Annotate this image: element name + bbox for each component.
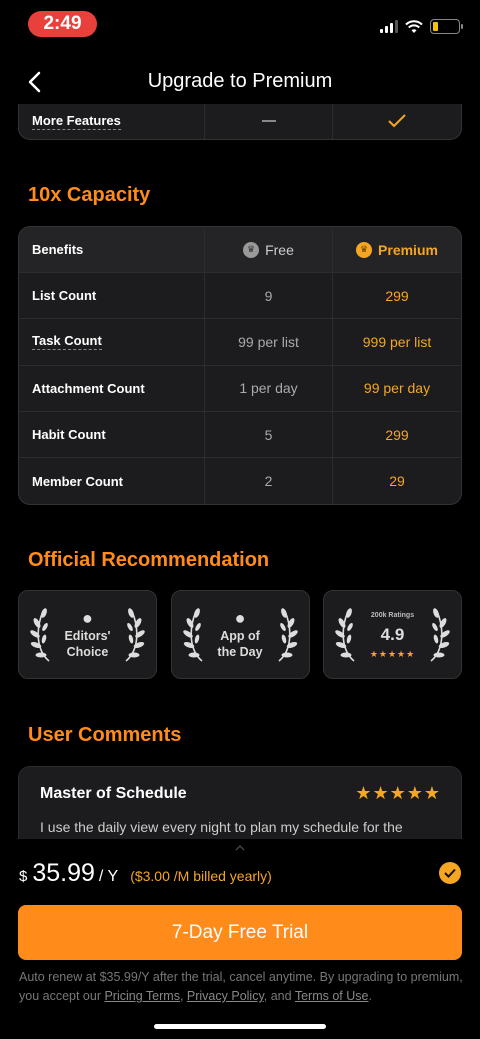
home-indicator[interactable] — [154, 1024, 326, 1029]
row-premium-value: 299 — [385, 287, 409, 304]
row-premium-value: 99 per day — [363, 380, 431, 397]
feature-row-more-features: More Features — [18, 104, 462, 140]
premium-check-cell — [333, 104, 461, 139]
status-bar: 2:49 — [0, 0, 480, 48]
comment-title: Master of Schedule — [40, 785, 187, 802]
apple-icon: ● — [82, 607, 93, 628]
status-time: 2:49 — [28, 11, 97, 37]
page-title: Upgrade to Premium — [147, 70, 333, 92]
badge-text: ● Editors' Choice — [64, 607, 111, 660]
row-label: List Count — [19, 273, 205, 319]
row-free-value: 9 — [205, 273, 333, 319]
legal-text: Auto renew at $35.99/Y after the trial, … — [19, 968, 463, 1006]
row-premium-value: 999 per list — [362, 333, 432, 350]
checkmark-icon — [444, 868, 456, 878]
checkmark-icon — [388, 114, 406, 128]
feature-label-cell: More Features — [19, 104, 205, 139]
row-label: Member Count — [19, 458, 205, 505]
badge-editors-choice: ● Editors' Choice — [18, 590, 157, 679]
plan-selected-check-icon[interactable] — [439, 862, 461, 884]
section-title-recommendation: Official Recommendation — [28, 549, 270, 571]
badge-app-of-the-day: ● App of the Day — [170, 590, 310, 679]
pricing-terms-link[interactable]: Pricing Terms — [104, 989, 179, 1003]
comment-stars: ★★★★★ — [355, 783, 441, 803]
chevron-up-icon[interactable] — [231, 843, 249, 853]
row-premium-value: 29 — [389, 473, 405, 490]
ratings-count: 200k Ratings — [370, 611, 415, 619]
section-title-capacity: 10x Capacity — [28, 184, 151, 206]
row-free-value: 1 per day — [205, 365, 333, 411]
table-row: Member Count 2 29 — [19, 458, 461, 505]
header-premium: ♛ Premium — [333, 227, 461, 272]
terms-of-use-link[interactable]: Terms of Use — [295, 989, 369, 1003]
comment-text: I use the daily view every night to plan… — [40, 819, 403, 835]
table-row: Habit Count 5 299 — [19, 411, 461, 459]
laurel-icon — [335, 608, 355, 662]
badge-line2: the Day — [217, 644, 263, 659]
price-period: / Y — [98, 868, 119, 885]
laurel-icon — [30, 608, 50, 662]
laurel-icon — [277, 608, 298, 662]
row-label: Attachment Count — [19, 365, 205, 411]
cellular-signal-icon — [380, 20, 398, 33]
table-row: Attachment Count 1 per day 99 per day — [19, 365, 461, 412]
badge-text: 200k Ratings 4.9 ★★★★★ — [370, 608, 415, 662]
privacy-policy-link[interactable]: Privacy Policy — [187, 989, 264, 1003]
price-value: 35.99 — [32, 859, 95, 887]
free-trial-button[interactable]: 7-Day Free Trial — [18, 905, 462, 960]
crown-icon: ♛ — [243, 241, 260, 258]
header-premium-label: Premium — [378, 241, 438, 258]
rating-score: 4.9 — [380, 624, 405, 644]
price-currency: $ — [19, 868, 28, 885]
price-billed-note: ($3.00 /M billed yearly) — [130, 868, 272, 884]
legal-comma: , — [179, 989, 187, 1003]
row-free-value: 5 — [205, 411, 333, 458]
header-free: ♛ Free — [205, 227, 333, 272]
scroll-content[interactable]: More Features 10x Capacity Benefits ♛ Fr… — [0, 104, 480, 839]
price-row[interactable]: $ 35.99 / Y ($3.00 /M billed yearly) — [19, 859, 272, 888]
badge-ratings: 200k Ratings 4.9 ★★★★★ — [323, 590, 462, 679]
header-benefits: Benefits — [19, 227, 205, 272]
header-free-label: Free — [265, 241, 294, 258]
badge-line1: App of — [220, 628, 260, 643]
badge-line2: Choice — [66, 644, 109, 659]
table-header: Benefits ♛ Free ♛ Premium — [19, 227, 461, 273]
table-row: List Count 9 299 — [19, 273, 461, 320]
crown-icon: ♛ — [356, 241, 373, 258]
badge-text: ● App of the Day — [217, 607, 263, 660]
row-free-value: 2 — [205, 458, 333, 505]
recommendation-badges: ● Editors' Choice ● App of the Day 200k … — [18, 590, 462, 679]
status-icons — [380, 19, 463, 34]
laurel-icon — [125, 608, 145, 662]
row-label-cell: Task Count — [19, 319, 205, 365]
laurel-icon — [182, 608, 203, 662]
battery-icon — [430, 19, 463, 34]
row-label[interactable]: Task Count — [32, 333, 102, 351]
navigation-bar: Upgrade to Premium — [0, 60, 480, 104]
table-row: Task Count 99 per list 999 per list — [19, 319, 461, 366]
row-label: Habit Count — [19, 411, 205, 458]
purchase-panel: $ 35.99 / Y ($3.00 /M billed yearly) 7-D… — [0, 839, 480, 1039]
feature-label[interactable]: More Features — [32, 113, 121, 130]
legal-period: . — [368, 989, 372, 1003]
row-premium-value: 299 — [385, 426, 409, 443]
wifi-icon — [405, 19, 423, 33]
dash-icon — [261, 120, 276, 122]
capacity-table: Benefits ♛ Free ♛ Premium List Count 9 2… — [18, 226, 462, 506]
free-dash-cell — [205, 104, 333, 139]
section-title-comments: User Comments — [28, 724, 182, 746]
row-free-value: 99 per list — [205, 319, 333, 365]
apple-icon: ● — [234, 607, 246, 628]
rating-stars: ★★★★★ — [369, 648, 416, 659]
comment-card[interactable]: Master of Schedule ★★★★★ I use the daily… — [18, 766, 462, 839]
badge-line1: Editors' — [64, 628, 111, 643]
laurel-icon — [430, 608, 450, 662]
legal-and: , and — [263, 989, 295, 1003]
